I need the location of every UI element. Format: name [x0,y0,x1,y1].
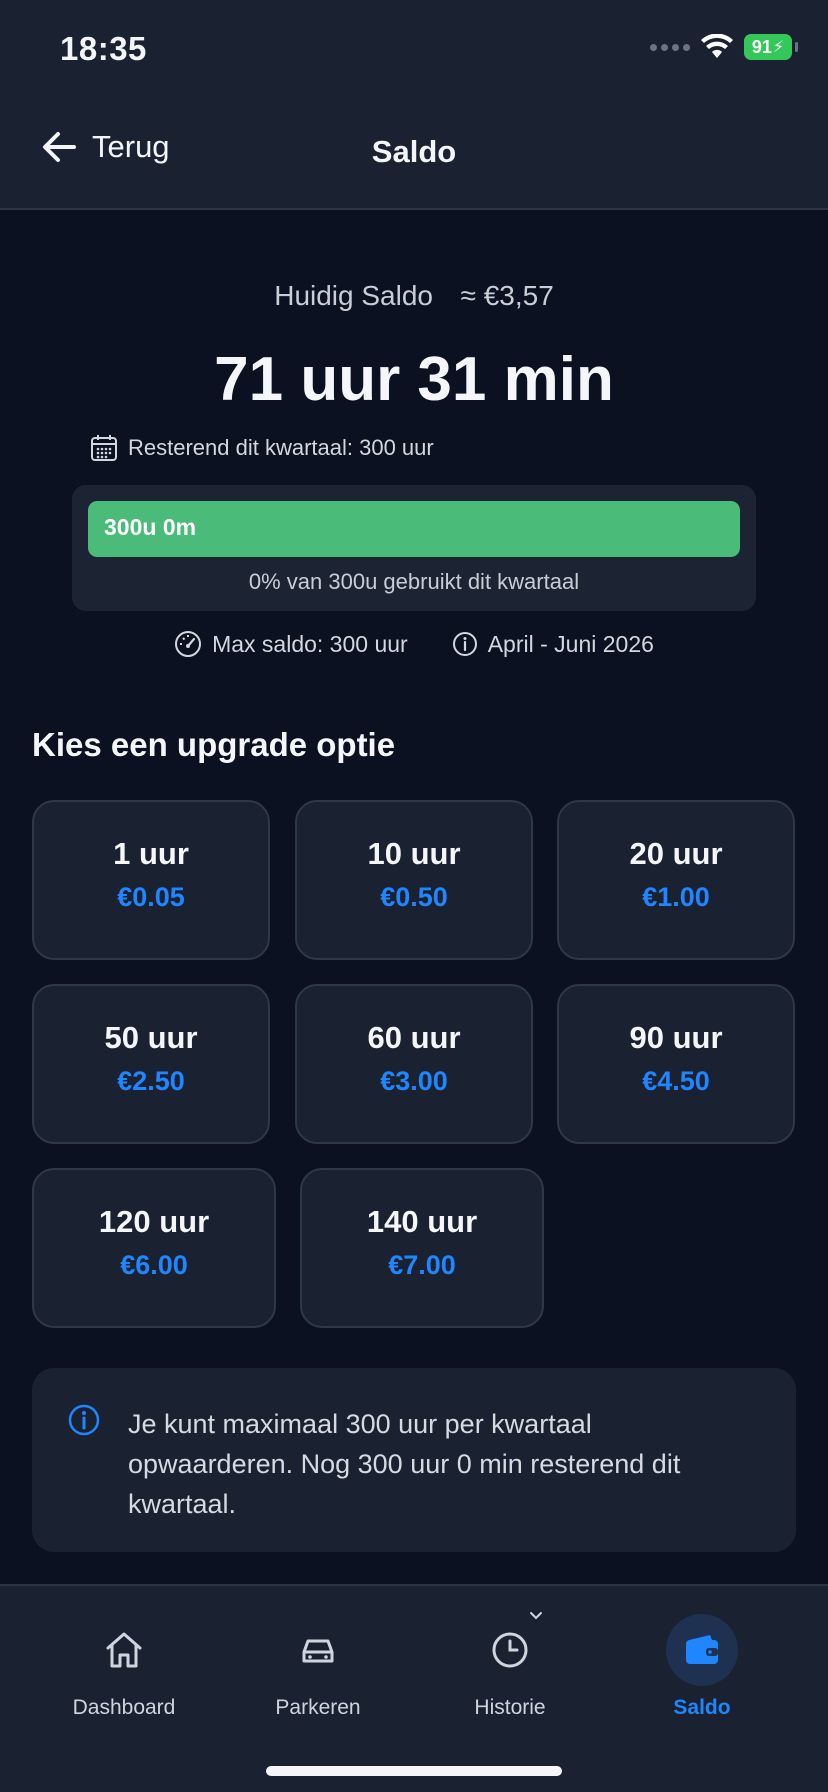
upgrade-option-hours: 20 uur [629,836,723,871]
home-icon [106,1632,142,1668]
battery-level: 91 [751,36,772,57]
upgrade-option-hours: 1 uur [113,836,189,871]
cellular-signal-icon [650,43,690,51]
upgrade-option-price: €3.00 [380,1066,448,1096]
tab-dashboard[interactable]: Dashboard [34,1614,214,1720]
max-balance-item: Max saldo: 300 uur [174,630,408,658]
max-balance-text: Max saldo: 300 uur [212,630,408,657]
tab-label: Historie [474,1696,546,1719]
tab-icon-wrap [282,1614,354,1686]
chevron-down-icon [530,1612,542,1620]
tab-label: Saldo [673,1696,731,1719]
quarter-progress-caption: 0% van 300u gebruikt dit kwartaal [248,569,580,594]
upgrade-option-price: €0.05 [117,882,185,912]
clock-icon [492,1632,528,1668]
wallet-icon [686,1635,718,1664]
status-time: 18:35 [60,30,147,67]
upgrade-option-140-uur[interactable]: 140 uur €7.00 [300,1168,544,1328]
upgrade-option-hours: 60 uur [367,1020,461,1055]
info-circle-icon [68,1404,100,1436]
period-item: April - Juni 2026 [452,630,654,658]
upgrade-option-price: €6.00 [120,1250,188,1280]
calendar-icon [91,435,117,461]
quarter-progress-text: 300u 0m [104,514,197,540]
tab-parkeren[interactable]: Parkeren [228,1614,408,1720]
upgrade-option-1-uur[interactable]: 1 uur €0.05 [32,800,270,960]
balance-label-row: Huidig Saldo ≈ €3,57 [0,280,828,312]
upgrade-option-20-uur[interactable]: 20 uur €1.00 [557,800,795,960]
tab-icon-wrap [88,1614,160,1686]
top-bar: 18:35 91 ⚡ Terug Saldo [0,0,828,210]
quarter-limit-info-text: Je kunt maximaal 300 uur per kwartaal op… [128,1409,681,1519]
gauge-icon [175,631,202,657]
balance-meta-row: Max saldo: 300 uur April - Juni 2026 [0,630,828,658]
upgrade-option-90-uur[interactable]: 90 uur €4.50 [557,984,795,1144]
status-indicators: 91 ⚡ [650,34,798,60]
balance-time-left: 71 uur 31 min [214,345,614,414]
upgrade-section-title: Kies een upgrade optie [32,726,396,763]
tab-bar: Dashboard Parkeren Historie Saldo [0,1584,828,1792]
upgrade-option-price: €1.00 [642,882,710,912]
upgrade-option-price: €2.50 [117,1066,185,1096]
remaining-quarter-row: Resterend dit kwartaal: 300 uur [90,434,434,462]
remaining-quarter-text: Resterend dit kwartaal: 300 uur [128,435,434,460]
header: Terug Saldo [0,118,828,188]
upgrade-option-60-uur[interactable]: 60 uur €3.00 [295,984,533,1144]
info-circle-icon [452,632,477,656]
quarter-progress-bar: 300u 0m [88,501,740,557]
tab-historie[interactable]: Historie [420,1612,600,1720]
upgrade-option-10-uur[interactable]: 10 uur €0.50 [295,800,533,960]
tab-icon-wrap [666,1614,738,1686]
page-title: Saldo [371,134,457,169]
quarter-limit-info-box: Je kunt maximaal 300 uur per kwartaal op… [32,1368,796,1552]
car-icon [302,1639,334,1663]
upgrade-option-hours: 120 uur [98,1204,210,1239]
tab-icon-wrap [474,1614,546,1686]
upgrade-option-price: €0.50 [380,882,448,912]
upgrade-option-price: €7.00 [388,1250,456,1280]
wifi-icon [701,34,733,58]
upgrade-option-hours: 50 uur [104,1020,198,1055]
upgrade-option-hours: 10 uur [367,836,461,871]
home-indicator [266,1766,562,1776]
balance-label: Huidig Saldo [274,280,433,311]
period-text: April - Juni 2026 [487,630,654,657]
upgrade-option-hours: 90 uur [629,1020,723,1055]
battery-icon: 91 ⚡ [744,34,798,60]
upgrade-option-120-uur[interactable]: 120 uur €6.00 [32,1168,276,1328]
tab-label: Dashboard [72,1696,176,1719]
tab-label: Parkeren [275,1696,361,1719]
upgrade-option-50-uur[interactable]: 50 uur €2.50 [32,984,270,1144]
balance-screen: 18:35 91 ⚡ Terug Saldo Huidig Saldo ≈ €3… [0,0,828,1792]
tab-saldo[interactable]: Saldo [612,1614,792,1720]
upgrade-option-hours: 140 uur [366,1204,478,1239]
upgrade-option-price: €4.50 [642,1066,710,1096]
balance-approx-amount: ≈ €3,57 [460,280,554,311]
quarter-progress-card: 300u 0m 0% van 300u gebruikt dit kwartaa… [72,485,756,611]
